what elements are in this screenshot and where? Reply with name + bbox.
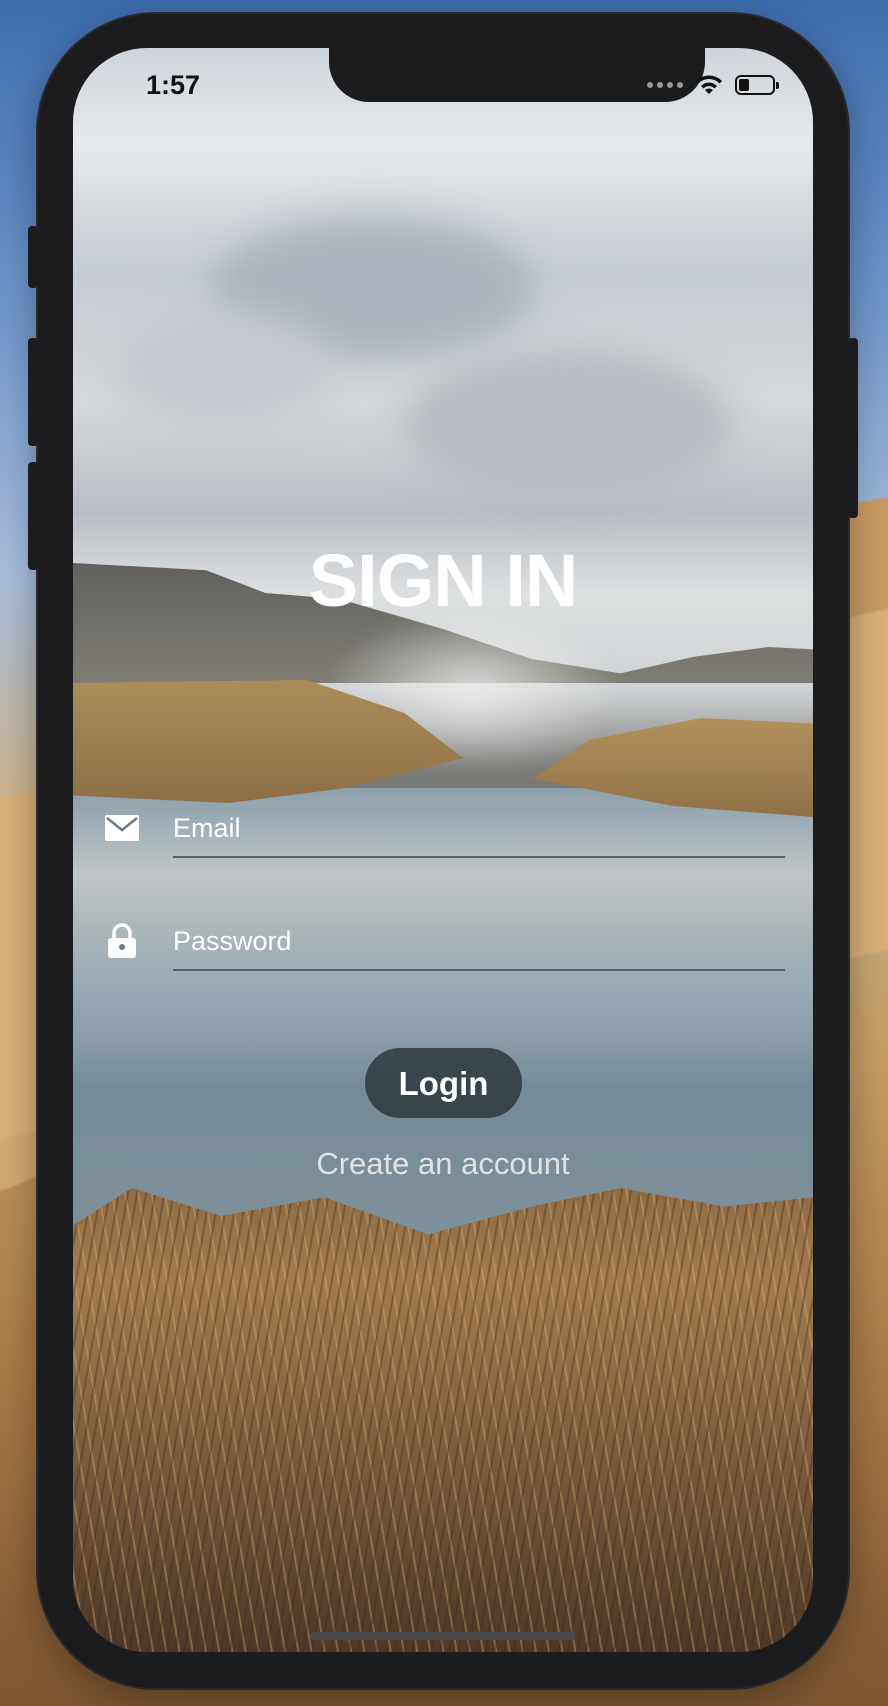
password-row: [73, 901, 813, 991]
login-button[interactable]: Login: [365, 1048, 522, 1118]
power-button: [848, 338, 858, 518]
battery-fill: [739, 79, 749, 91]
app-screen: 1:57 SIGN IN Login Create: [73, 48, 813, 1652]
wifi-icon: [696, 75, 722, 94]
volume-down-button: [28, 462, 38, 570]
email-row: [73, 788, 813, 878]
password-input[interactable]: [173, 913, 785, 971]
volume-up-button: [28, 338, 38, 446]
foreground-grass: [73, 1188, 813, 1652]
page-title: SIGN IN: [308, 539, 578, 622]
status-time: 1:57: [146, 70, 201, 100]
cloud: [113, 308, 333, 428]
create-account-link[interactable]: Create an account: [73, 1146, 813, 1182]
lock-icon: [108, 923, 136, 958]
cellular-signal-icon: [647, 82, 683, 88]
mute-switch: [28, 226, 38, 288]
home-indicator: [310, 1632, 576, 1640]
envelope-icon: [105, 815, 139, 841]
cloud: [403, 348, 733, 498]
status-icons: [647, 74, 779, 96]
email-input[interactable]: [173, 800, 785, 858]
battery-icon: [735, 75, 779, 95]
